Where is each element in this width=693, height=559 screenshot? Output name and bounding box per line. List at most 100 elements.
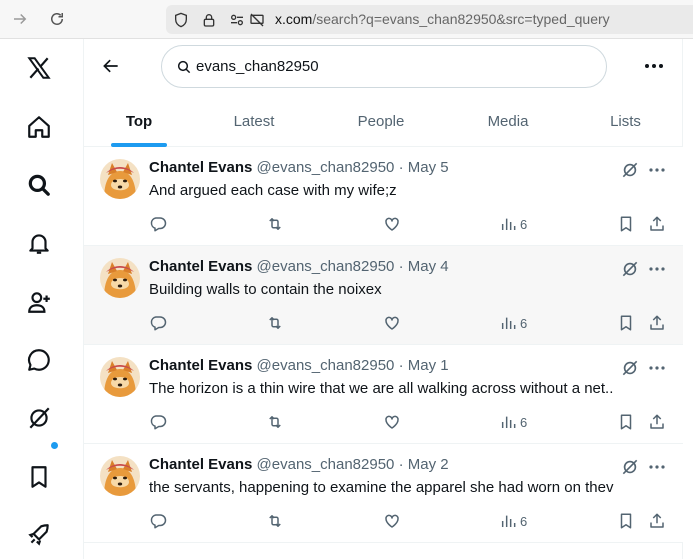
tweet-text: Building walls to contain the noixex: [149, 281, 382, 298]
like-button[interactable]: [383, 412, 401, 432]
reply-icon: [150, 217, 167, 232]
meta-separator: ·: [398, 258, 404, 275]
views-count: 6: [520, 315, 528, 331]
tweet-text: And argued each case with my wife;z: [149, 182, 397, 199]
reply-button[interactable]: [149, 214, 167, 234]
share-icon: [650, 315, 664, 330]
url-text[interactable]: x.com/search?q=evans_chan82950&src=typed…: [275, 11, 610, 27]
like-button[interactable]: [383, 313, 401, 333]
repost-icon: [269, 317, 281, 329]
browser-toolbar: x.com/search?q=evans_chan82950&src=typed…: [0, 0, 693, 39]
tweet[interactable]: Chantel Evans @evans_chan82950 · May 4 B…: [84, 246, 683, 345]
tab-people[interactable]: People: [314, 95, 448, 147]
like-button[interactable]: [383, 214, 401, 234]
like-button[interactable]: [383, 511, 401, 531]
meta-separator: ·: [398, 357, 404, 374]
reply-icon: [150, 415, 167, 430]
forward-arrow-icon[interactable]: [10, 9, 30, 29]
views-count: 6: [520, 513, 528, 529]
reply-button[interactable]: [149, 511, 167, 531]
bookmark-icon: [620, 315, 632, 331]
author-handle[interactable]: @evans_chan82950: [257, 456, 395, 473]
author-name[interactable]: Chantel Evans: [149, 357, 252, 374]
tweet-date[interactable]: May 1: [408, 357, 449, 374]
views-button[interactable]: 6: [500, 214, 527, 234]
back-arrow-icon[interactable]: [100, 55, 122, 77]
author-name[interactable]: Chantel Evans: [149, 159, 252, 176]
views-button[interactable]: 6: [500, 412, 527, 432]
shield-icon[interactable]: [172, 11, 190, 29]
tweet-date[interactable]: May 4: [408, 258, 449, 275]
grok-icon[interactable]: [24, 403, 54, 433]
author-handle[interactable]: @evans_chan82950: [257, 357, 395, 374]
bookmark-button[interactable]: [617, 214, 635, 234]
avatar[interactable]: [100, 159, 140, 199]
tweet-header: Chantel Evans @evans_chan82950 · May 4: [149, 258, 449, 275]
repost-button[interactable]: [265, 412, 285, 432]
avatar[interactable]: [100, 258, 140, 298]
author-name[interactable]: Chantel Evans: [149, 258, 252, 275]
tweet-date[interactable]: May 2: [408, 456, 449, 473]
repost-button[interactable]: [265, 511, 285, 531]
views-count: 6: [520, 216, 528, 232]
home-icon[interactable]: [24, 112, 54, 142]
share-button[interactable]: [648, 412, 666, 432]
tweet[interactable]: Chantel Evans @evans_chan82950 · May 1 T…: [84, 345, 683, 444]
meta-separator: ·: [398, 456, 404, 473]
reload-icon[interactable]: [47, 9, 67, 29]
more-options-icon[interactable]: [647, 161, 667, 179]
avatar[interactable]: [100, 456, 140, 496]
more-options-icon[interactable]: [642, 56, 666, 76]
reply-button[interactable]: [149, 412, 167, 432]
tab-latest[interactable]: Latest: [194, 95, 314, 147]
search-input[interactable]: evans_chan82950: [161, 45, 607, 88]
views-button[interactable]: 6: [500, 313, 527, 333]
search-tabs: Top Latest People Media Lists: [84, 95, 683, 147]
tweet-date[interactable]: May 5: [408, 159, 449, 176]
bookmark-icon: [620, 513, 632, 529]
grok-icon[interactable]: [620, 358, 640, 378]
share-button[interactable]: [648, 511, 666, 531]
share-button[interactable]: [648, 313, 666, 333]
notifications-icon[interactable]: [24, 228, 54, 258]
tweet[interactable]: Chantel Evans @evans_chan82950 · May 2 t…: [84, 444, 683, 543]
explore-icon[interactable]: [24, 170, 54, 200]
grok-icon[interactable]: [620, 160, 640, 180]
repost-button[interactable]: [265, 214, 285, 234]
share-button[interactable]: [648, 214, 666, 234]
grok-icon[interactable]: [620, 457, 640, 477]
share-icon: [650, 216, 664, 231]
tab-lists[interactable]: Lists: [568, 95, 683, 147]
bookmarks-icon[interactable]: [24, 462, 54, 492]
avatar[interactable]: [100, 357, 140, 397]
screen-share-blocked-icon[interactable]: [248, 11, 266, 29]
tweet[interactable]: Chantel Evans @evans_chan82950 · May 5 A…: [84, 147, 683, 246]
lock-icon[interactable]: [200, 11, 218, 29]
more-options-icon[interactable]: [647, 260, 667, 278]
author-handle[interactable]: @evans_chan82950: [257, 258, 395, 275]
premium-rocket-icon[interactable]: [24, 520, 54, 550]
bookmark-button[interactable]: [617, 313, 635, 333]
follow-icon[interactable]: [24, 287, 54, 317]
tab-media[interactable]: Media: [448, 95, 568, 147]
tab-top[interactable]: Top: [84, 95, 194, 147]
bookmark-button[interactable]: [617, 511, 635, 531]
bookmark-button[interactable]: [617, 412, 635, 432]
views-button[interactable]: 6: [500, 511, 527, 531]
permissions-icon[interactable]: [228, 11, 246, 29]
grok-icon[interactable]: [620, 259, 640, 279]
tweet-text: The horizon is a thin wire that we are a…: [149, 380, 614, 397]
author-name[interactable]: Chantel Evans: [149, 456, 252, 473]
messages-icon[interactable]: [24, 345, 54, 375]
reply-icon: [150, 316, 167, 331]
like-icon: [385, 316, 399, 330]
more-options-icon[interactable]: [647, 359, 667, 377]
repost-button[interactable]: [265, 313, 285, 333]
search-query: evans_chan82950: [196, 58, 319, 75]
address-bar[interactable]: x.com/search?q=evans_chan82950&src=typed…: [166, 5, 693, 34]
author-handle[interactable]: @evans_chan82950: [257, 159, 395, 176]
reply-button[interactable]: [149, 313, 167, 333]
more-options-icon[interactable]: [647, 458, 667, 476]
x-logo-icon[interactable]: [24, 53, 54, 83]
share-icon: [650, 513, 664, 528]
